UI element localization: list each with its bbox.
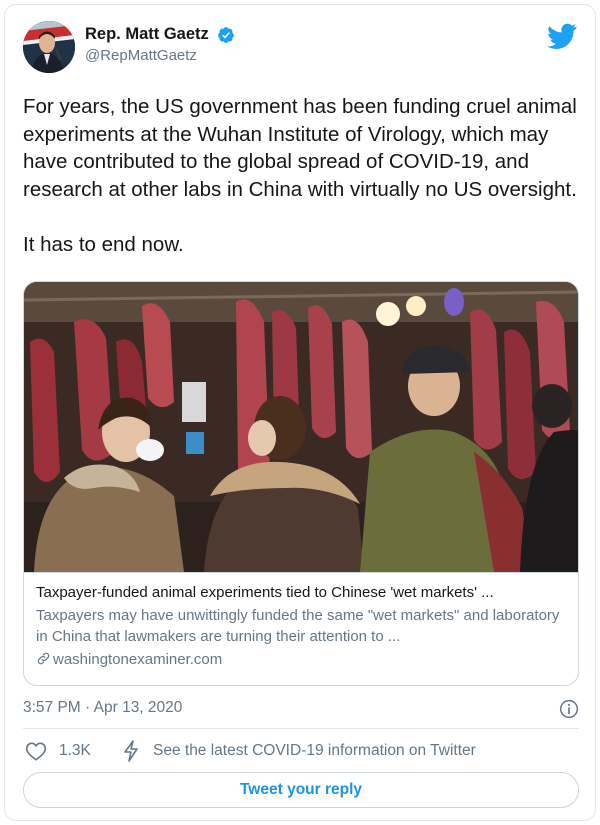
author-handle[interactable]: @RepMattGaetz: [85, 47, 235, 64]
author-block: Rep. Matt Gaetz @RepMattGaetz: [85, 25, 235, 64]
avatar-photo: [23, 21, 75, 73]
link-domain: washingtonexaminer.com: [53, 651, 223, 668]
tweet-text-paragraph: For years, the US government has been fu…: [23, 95, 577, 201]
twitter-bird-icon[interactable]: [547, 23, 577, 49]
like-count[interactable]: 1.3K: [59, 742, 91, 760]
tweet-card: Rep. Matt Gaetz @RepMattGaetz For years,…: [4, 4, 596, 821]
link-preview-card[interactable]: Taxpayer-funded animal experiments tied …: [23, 281, 579, 686]
verified-badge-icon: [218, 26, 235, 43]
timestamp-row: 3:57 PM · Apr 13, 2020: [23, 699, 579, 721]
author-name[interactable]: Rep. Matt Gaetz: [85, 25, 209, 44]
avatar[interactable]: [23, 21, 75, 73]
tweet-timestamp[interactable]: 3:57 PM · Apr 13, 2020: [23, 699, 182, 716]
tweet-reply-button[interactable]: Tweet your reply: [23, 772, 579, 808]
market-photo: [24, 282, 578, 572]
link-preview-meta[interactable]: Taxpayer-funded animal experiments tied …: [24, 572, 578, 685]
bolt-icon: [124, 740, 138, 762]
actions-row: 1.3K See the latest COVID-19 information…: [23, 739, 579, 765]
tweet-text-paragraph: It has to end now.: [23, 232, 184, 256]
heart-icon[interactable]: [25, 741, 47, 761]
link-preview-image[interactable]: [24, 282, 578, 572]
tweet-header: Rep. Matt Gaetz @RepMattGaetz: [23, 19, 577, 79]
link-domain-row: washingtonexaminer.com: [36, 649, 568, 670]
info-icon[interactable]: [559, 699, 579, 719]
tweet-text: For years, the US government has been fu…: [23, 93, 583, 258]
link-description: Taxpayers may have unwittingly funded th…: [36, 607, 560, 645]
divider: [23, 728, 579, 729]
link-icon: [37, 652, 50, 665]
covid-info-link[interactable]: See the latest COVID-19 information on T…: [153, 742, 476, 760]
link-title[interactable]: Taxpayer-funded animal experiments tied …: [36, 583, 568, 603]
